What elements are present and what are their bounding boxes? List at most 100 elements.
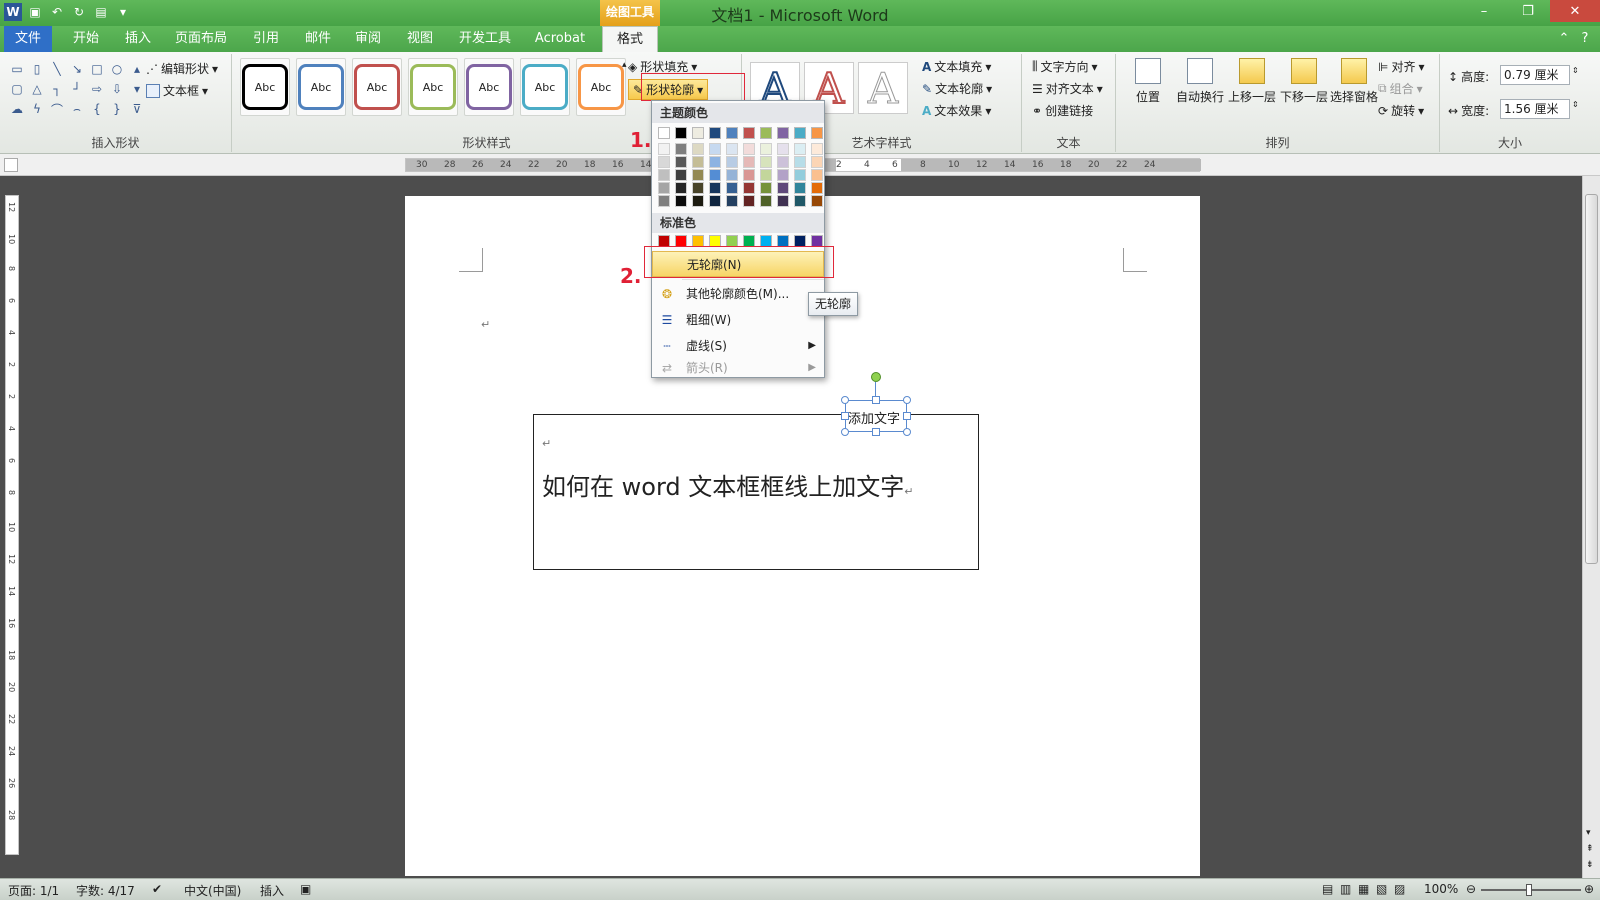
zoom-out-icon[interactable]: ⊖: [1466, 882, 1476, 896]
tab-home[interactable]: 开始: [64, 26, 108, 52]
theme-shade-swatch[interactable]: [811, 182, 823, 194]
height-spinner[interactable]: ⇕: [1572, 66, 1579, 75]
theme-shade-swatch[interactable]: [658, 143, 670, 155]
shape-style-option[interactable]: Abc: [240, 58, 290, 116]
resize-handle-top[interactable]: [872, 396, 880, 404]
gallery-down-icon[interactable]: ▾: [128, 80, 146, 98]
prev-page-icon[interactable]: ⇞: [1586, 844, 1594, 854]
oval-shape-icon[interactable]: ○: [108, 60, 126, 78]
resize-handle-top-right[interactable]: [903, 396, 911, 404]
restore-button[interactable]: ❐: [1506, 0, 1550, 22]
theme-shade-swatch[interactable]: [811, 143, 823, 155]
web-layout-icon[interactable]: ▦: [1358, 882, 1369, 896]
theme-shade-swatch[interactable]: [777, 143, 789, 155]
theme-shade-swatch[interactable]: [743, 156, 755, 168]
theme-shade-swatch[interactable]: [692, 182, 704, 194]
wrap-text-button[interactable]: 自动换行: [1172, 58, 1228, 105]
theme-shade-swatch[interactable]: [811, 195, 823, 207]
tab-mailings[interactable]: 邮件: [296, 26, 340, 52]
dashes-menu-item[interactable]: ┄ 虚线(S) ▶: [652, 333, 824, 359]
theme-shade-swatch[interactable]: [777, 156, 789, 168]
theme-shade-swatch[interactable]: [760, 156, 772, 168]
tab-file[interactable]: 文件: [4, 26, 52, 52]
arc-shape-icon[interactable]: ⌢: [68, 100, 86, 118]
rotate-button[interactable]: ⟳ 旋转 ▾: [1378, 102, 1424, 119]
width-spinner[interactable]: ⇕: [1572, 100, 1579, 109]
language-indicator[interactable]: 中文(中国): [184, 882, 241, 899]
theme-shade-swatch[interactable]: [794, 169, 806, 181]
align-button[interactable]: ⊫ 对齐 ▾: [1378, 58, 1425, 75]
theme-shade-swatch[interactable]: [794, 182, 806, 194]
curve-shape-icon[interactable]: ⌒: [48, 100, 66, 118]
resize-handle-top-left[interactable]: [841, 396, 849, 404]
theme-shade-swatch[interactable]: [743, 143, 755, 155]
shapes-gallery[interactable]: ▭ ▯ ╲ ↘ □ ○ ▴ ▢ △ ┐ ┘ ⇨ ⇩ ▾ ☁ ϟ ⌒ ⌢ { } …: [8, 60, 141, 118]
cloud-shape-icon[interactable]: ☁: [8, 100, 26, 118]
theme-shade-swatch[interactable]: [692, 169, 704, 181]
shape-style-option[interactable]: Abc: [408, 58, 458, 116]
vertical-ruler[interactable]: 12 10 8 6 4 2 2 4 6 8 10 12 14 16 18 20 22 24 26 28: [5, 195, 19, 855]
theme-shade-swatch[interactable]: [726, 169, 738, 181]
theme-shade-swatch[interactable]: [709, 182, 721, 194]
shape-style-option[interactable]: Abc: [296, 58, 346, 116]
arrow-line-shape-icon[interactable]: ↘: [68, 60, 86, 78]
theme-shade-swatch[interactable]: [726, 195, 738, 207]
theme-shade-swatch[interactable]: [760, 182, 772, 194]
theme-shade-swatch[interactable]: [760, 195, 772, 207]
insert-mode-indicator[interactable]: 插入: [260, 882, 284, 899]
theme-color-swatch[interactable]: [675, 127, 687, 139]
theme-shade-swatch[interactable]: [675, 195, 687, 207]
shape-style-option[interactable]: Abc: [520, 58, 570, 116]
resize-handle-bottom[interactable]: [872, 428, 880, 436]
tab-references[interactable]: 引用: [244, 26, 288, 52]
elbow-arrow-shape-icon[interactable]: ┘: [68, 80, 86, 98]
triangle-shape-icon[interactable]: △: [28, 80, 46, 98]
brace-right-shape-icon[interactable]: }: [108, 100, 126, 118]
minimize-button[interactable]: –: [1462, 0, 1506, 22]
tab-review[interactable]: 审阅: [346, 26, 390, 52]
scrollbar-thumb[interactable]: [1585, 194, 1598, 564]
width-input[interactable]: 1.56 厘米: [1500, 99, 1570, 119]
theme-shade-swatch[interactable]: [692, 156, 704, 168]
main-text-box[interactable]: ↵ 如何在 word 文本框框线上加文字↵: [533, 414, 979, 570]
send-backward-button[interactable]: 下移一层: [1276, 58, 1332, 105]
theme-shade-swatch[interactable]: [794, 143, 806, 155]
theme-shade-swatch[interactable]: [777, 182, 789, 194]
tab-developer[interactable]: 开发工具: [454, 26, 516, 52]
height-input[interactable]: 0.79 厘米: [1500, 65, 1570, 85]
theme-color-swatch[interactable]: [760, 127, 772, 139]
style-gallery-scroll[interactable]: ▴: [622, 60, 627, 70]
theme-shade-swatch[interactable]: [726, 156, 738, 168]
theme-shade-swatch[interactable]: [658, 182, 670, 194]
theme-shade-swatch[interactable]: [658, 156, 670, 168]
theme-shade-swatch[interactable]: [743, 182, 755, 194]
theme-shade-swatch[interactable]: [658, 195, 670, 207]
full-screen-reading-icon[interactable]: ▥: [1340, 882, 1351, 896]
theme-color-swatch[interactable]: [658, 127, 670, 139]
theme-shade-swatch[interactable]: [675, 169, 687, 181]
print-layout-view-icon[interactable]: ▤: [1322, 882, 1333, 896]
theme-shade-swatch[interactable]: [760, 169, 772, 181]
theme-shade-swatch[interactable]: [709, 143, 721, 155]
close-button[interactable]: ✕: [1550, 0, 1600, 22]
tab-page-layout[interactable]: 页面布局: [170, 26, 232, 52]
rectangle-shape-icon[interactable]: □: [88, 60, 106, 78]
tab-format[interactable]: 格式: [602, 26, 658, 52]
vertical-scrollbar[interactable]: ▾ ⇞ ⇟: [1582, 176, 1600, 878]
shape-style-option[interactable]: Abc: [352, 58, 402, 116]
lightning-shape-icon[interactable]: ϟ: [28, 100, 46, 118]
tab-acrobat[interactable]: Acrobat: [530, 26, 590, 52]
zoom-slider-thumb[interactable]: [1526, 884, 1532, 896]
position-button[interactable]: 位置: [1120, 58, 1176, 105]
align-text-button[interactable]: ☰ 对齐文本 ▾: [1032, 80, 1103, 97]
draft-view-icon[interactable]: ▨: [1394, 882, 1405, 896]
shape-style-option[interactable]: Abc: [576, 58, 626, 116]
resize-handle-right[interactable]: [903, 412, 911, 420]
theme-shade-swatch[interactable]: [675, 156, 687, 168]
group-objects-button[interactable]: ⧉ 组合 ▾: [1378, 80, 1423, 97]
theme-shade-swatch[interactable]: [811, 169, 823, 181]
resize-handle-bottom-right[interactable]: [903, 428, 911, 436]
edit-shape-button[interactable]: ⋰ 编辑形状 ▾: [146, 60, 218, 77]
text-outline-button[interactable]: ✎ 文本轮廓 ▾: [922, 80, 992, 97]
theme-shade-swatch[interactable]: [675, 143, 687, 155]
